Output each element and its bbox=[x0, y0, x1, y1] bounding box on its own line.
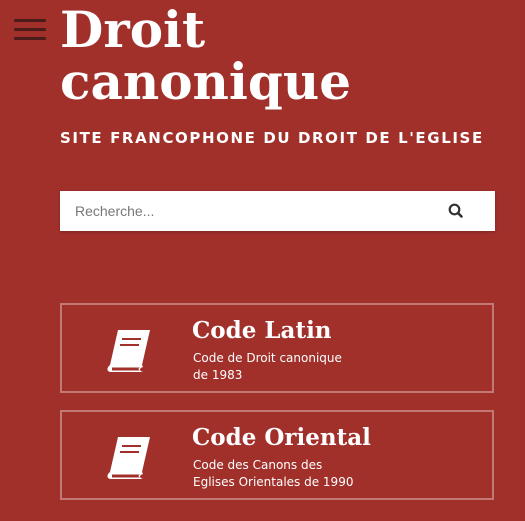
search-icon bbox=[448, 203, 463, 218]
site-title[interactable]: Droit canonique bbox=[60, 4, 351, 108]
book-icon bbox=[107, 437, 150, 479]
hamburger-bar bbox=[14, 19, 46, 22]
code-oriental-card[interactable]: Code Oriental Code des Canons des Eglise… bbox=[60, 410, 494, 500]
card-description: Code de Droit canonique de 1983 bbox=[193, 350, 342, 384]
page: Droit canonique SITE FRANCOPHONE DU DROI… bbox=[0, 0, 525, 521]
hamburger-bar bbox=[14, 37, 46, 40]
card-description-line1: Code de Droit canonique bbox=[193, 351, 342, 365]
card-description-line1: Code des Canons des bbox=[193, 458, 323, 472]
hamburger-menu-icon[interactable] bbox=[14, 19, 46, 41]
hamburger-bar bbox=[14, 28, 46, 31]
search-button[interactable] bbox=[447, 202, 465, 220]
card-description-line2: Eglises Orientales de 1990 bbox=[193, 475, 354, 489]
book-icon bbox=[107, 330, 150, 372]
site-subtitle: SITE FRANCOPHONE DU DROIT DE L'EGLISE bbox=[60, 129, 484, 147]
card-title: Code Latin bbox=[192, 317, 332, 344]
code-latin-card[interactable]: Code Latin Code de Droit canonique de 19… bbox=[60, 303, 494, 393]
card-title: Code Oriental bbox=[192, 424, 371, 451]
site-title-line1: Droit bbox=[60, 0, 206, 59]
search-bar bbox=[60, 191, 495, 231]
search-input[interactable] bbox=[60, 191, 430, 231]
site-title-line2: canonique bbox=[60, 52, 352, 111]
card-description: Code des Canons des Eglises Orientales d… bbox=[193, 457, 353, 491]
card-description-line2: de 1983 bbox=[193, 368, 243, 382]
